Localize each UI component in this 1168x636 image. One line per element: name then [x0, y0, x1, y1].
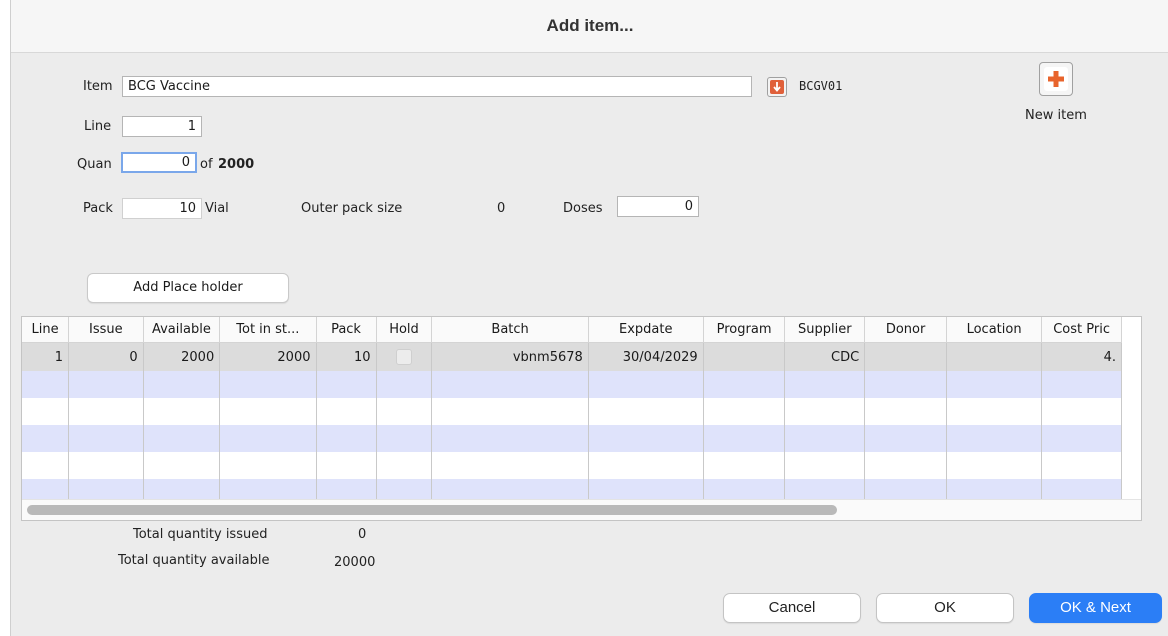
cell-program	[703, 342, 786, 371]
table-row-empty	[22, 371, 1122, 398]
plus-icon	[1044, 67, 1068, 91]
new-item-label: New item	[1025, 108, 1087, 123]
title-bar: Add item...	[11, 0, 1168, 53]
scrollbar-thumb[interactable]	[27, 505, 837, 515]
column-header-tot-in-stock[interactable]: Tot in st...	[219, 317, 317, 343]
pack-label: Pack	[83, 201, 113, 216]
line-label: Line	[84, 119, 112, 134]
outer-pack-label: Outer pack size	[301, 201, 403, 216]
pack-field[interactable]: 10	[122, 198, 202, 219]
cell-tot-in-stock: 2000	[219, 342, 317, 371]
column-header-supplier[interactable]: Supplier	[784, 317, 866, 343]
cell-expdate: 30/04/2029	[588, 342, 704, 371]
ok-next-button[interactable]: OK & Next	[1029, 593, 1162, 623]
total-issued-value: 0	[358, 527, 367, 542]
doses-field[interactable]: 0	[617, 196, 699, 217]
quantity-field[interactable]: 0	[121, 152, 197, 173]
horizontal-scrollbar[interactable]	[22, 499, 1141, 520]
batch-table: Line Issue Available Tot in st... Pack H…	[21, 316, 1142, 521]
column-header-expdate[interactable]: Expdate	[588, 317, 704, 343]
cell-line: 1	[22, 342, 70, 371]
cell-batch: vbnm5678	[431, 342, 589, 371]
add-placeholder-button[interactable]: Add Place holder	[87, 273, 289, 303]
quan-label: Quan	[77, 157, 112, 172]
column-header-issue[interactable]: Issue	[68, 317, 144, 343]
column-header-pack[interactable]: Pack	[316, 317, 377, 343]
cancel-button[interactable]: Cancel	[723, 593, 861, 623]
table-header: Line Issue Available Tot in st... Pack H…	[22, 317, 1122, 343]
total-available-value: 20000	[334, 555, 376, 570]
column-header-program[interactable]: Program	[703, 317, 786, 343]
ok-button[interactable]: OK	[876, 593, 1014, 623]
of-total-value: 2000	[218, 157, 255, 172]
line-field[interactable]: 1	[122, 116, 202, 137]
pack-unit: Vial	[205, 201, 229, 216]
column-header-donor[interactable]: Donor	[864, 317, 947, 343]
item-field[interactable]: BCG Vaccine	[122, 76, 752, 97]
cell-issue[interactable]: 0	[68, 342, 144, 371]
column-header-available[interactable]: Available	[143, 317, 221, 343]
total-issued-label: Total quantity issued	[133, 527, 268, 542]
column-header-batch[interactable]: Batch	[431, 317, 589, 343]
table-row[interactable]: 1 0 2000 2000 10 vbnm5678 30/04/2029 CDC…	[22, 342, 1122, 371]
total-available-label: Total quantity available	[118, 553, 270, 568]
column-header-location[interactable]: Location	[946, 317, 1043, 343]
cell-donor	[864, 342, 947, 371]
column-header-cost-price[interactable]: Cost Pric	[1041, 317, 1122, 343]
add-item-dialog: Add item... Item BCG Vaccine BCGV01 New …	[10, 0, 1168, 636]
item-code: BCGV01	[799, 79, 843, 93]
dialog-title: Add item...	[546, 16, 634, 35]
cell-supplier: CDC	[784, 342, 866, 371]
table-row-empty	[22, 398, 1122, 425]
cell-hold	[376, 342, 433, 371]
item-lookup-button[interactable]	[767, 77, 787, 97]
table-row-empty	[22, 425, 1122, 452]
cell-pack: 10	[316, 342, 377, 371]
of-label: of	[200, 157, 213, 172]
arrow-down-icon	[770, 80, 784, 94]
item-label: Item	[83, 79, 113, 94]
new-item-button[interactable]	[1039, 62, 1073, 96]
cell-available: 2000	[143, 342, 221, 371]
hold-checkbox[interactable]	[396, 349, 412, 365]
cell-location	[946, 342, 1043, 371]
cell-cost-price: 4.	[1041, 342, 1122, 371]
table-row-empty	[22, 452, 1122, 479]
column-header-hold[interactable]: Hold	[376, 317, 433, 343]
outer-pack-value: 0	[497, 201, 506, 216]
doses-label: Doses	[563, 201, 603, 216]
column-header-line[interactable]: Line	[22, 317, 70, 343]
